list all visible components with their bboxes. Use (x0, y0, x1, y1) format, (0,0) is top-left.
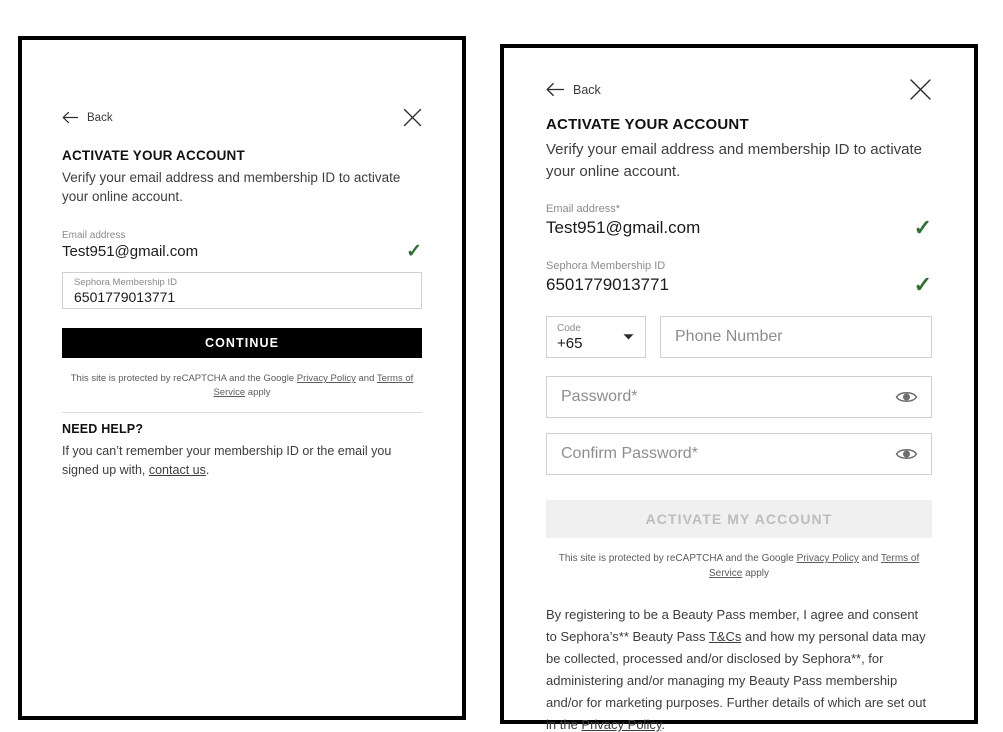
email-field-value: Test951@gmail.com (62, 243, 199, 260)
activate-my-account-button-label: ACTIVATE MY ACCOUNT (645, 511, 833, 527)
need-help-text-suffix: . (205, 463, 210, 477)
screenshot-stage: Back ACTIVATE YOUR ACCOUNT Verify your e… (0, 0, 1003, 732)
email-field-row: Email address Test951@gmail.com ✓ (62, 230, 422, 261)
page-subtitle: Verify your email address and membership… (546, 141, 923, 180)
confirm-password-placeholder: Confirm Password* (561, 445, 698, 462)
back-label: Back (573, 82, 601, 97)
consent-part-3: . (661, 717, 665, 732)
page-title: ACTIVATE YOUR ACCOUNT (546, 116, 749, 133)
phone-number-placeholder: Phone Number (675, 328, 783, 345)
need-help-text: If you can’t remember your membership ID… (62, 442, 422, 480)
email-field-label: Email address (62, 230, 126, 241)
back-button[interactable]: Back (546, 82, 601, 97)
phone-row: Code +65 Phone Number (546, 316, 932, 358)
activate-account-panel-step1: Back ACTIVATE YOUR ACCOUNT Verify your e… (18, 36, 466, 720)
back-label: Back (87, 111, 113, 124)
page-title: ACTIVATE YOUR ACCOUNT (62, 148, 245, 163)
membership-id-valid-check-icon: ✓ (913, 272, 932, 297)
country-code-label: Code (557, 322, 581, 334)
need-help-text-prefix: If you can’t remember your membership ID… (62, 444, 392, 477)
membership-id-row: Sephora Membership ID 6501779013771 ✓ (546, 260, 932, 296)
password-placeholder: Password* (561, 388, 638, 405)
recaptcha-suffix: apply (742, 568, 770, 579)
membership-id-value: 6501779013771 (74, 289, 176, 305)
close-icon[interactable] (909, 78, 932, 101)
membership-id-label: Sephora Membership ID (546, 260, 666, 272)
registration-consent-text: By registering to be a Beauty Pass membe… (546, 604, 932, 732)
chevron-down-icon (623, 334, 634, 340)
need-help-title: NEED HELP? (62, 422, 144, 436)
recaptcha-notice: This site is protected by reCAPTCHA and … (546, 551, 932, 581)
confirm-password-field[interactable]: Confirm Password* (546, 433, 932, 475)
recaptcha-prefix: This site is protected by reCAPTCHA and … (558, 553, 797, 564)
membership-id-input[interactable]: Sephora Membership ID 6501779013771 (62, 272, 422, 309)
show-password-eye-icon[interactable] (895, 389, 918, 405)
email-valid-check-icon: ✓ (406, 241, 422, 262)
back-button[interactable]: Back (62, 111, 113, 124)
close-icon[interactable] (403, 108, 422, 127)
panel-topbar: Back (62, 108, 422, 127)
recaptcha-privacy-policy-link[interactable]: Privacy Policy (297, 373, 356, 384)
section-divider (62, 412, 422, 413)
email-field-value: Test951@gmail.com (546, 218, 701, 237)
email-field-row: Email address* Test951@gmail.com ✓ (546, 203, 932, 239)
confirm-password-input[interactable]: Confirm Password* (546, 433, 932, 475)
show-confirm-password-eye-icon[interactable] (895, 446, 918, 462)
back-arrow-icon (62, 111, 78, 124)
membership-id-label: Sephora Membership ID (74, 277, 177, 288)
recaptcha-suffix: apply (245, 387, 271, 398)
panel-topbar: Back (546, 78, 932, 101)
recaptcha-and: and (355, 373, 377, 384)
activate-my-account-button[interactable]: ACTIVATE MY ACCOUNT (546, 500, 932, 538)
membership-id-value: 6501779013771 (546, 275, 669, 294)
continue-button-label: CONTINUE (204, 336, 280, 350)
back-arrow-icon (546, 82, 564, 97)
privacy-policy-link[interactable]: Privacy Policy (581, 717, 661, 732)
country-code-select[interactable]: Code +65 (546, 316, 646, 358)
email-valid-check-icon: ✓ (913, 215, 932, 240)
recaptcha-and: and (858, 553, 881, 564)
email-field-label: Email address* (546, 203, 620, 215)
recaptcha-privacy-policy-link[interactable]: Privacy Policy (797, 553, 859, 564)
contact-us-link[interactable]: contact us (149, 463, 206, 477)
beauty-pass-tcs-link[interactable]: T&Cs (709, 629, 742, 644)
page-subtitle: Verify your email address and membership… (62, 170, 401, 204)
activate-account-panel-step2: Back ACTIVATE YOUR ACCOUNT Verify your e… (500, 44, 978, 732)
password-field[interactable]: Password* (546, 376, 932, 418)
recaptcha-prefix: This site is protected by reCAPTCHA and … (70, 373, 297, 384)
phone-number-input[interactable]: Phone Number (660, 316, 932, 358)
recaptcha-notice: This site is protected by reCAPTCHA and … (62, 372, 422, 400)
continue-button[interactable]: CONTINUE (62, 328, 422, 358)
password-input[interactable]: Password* (546, 376, 932, 418)
